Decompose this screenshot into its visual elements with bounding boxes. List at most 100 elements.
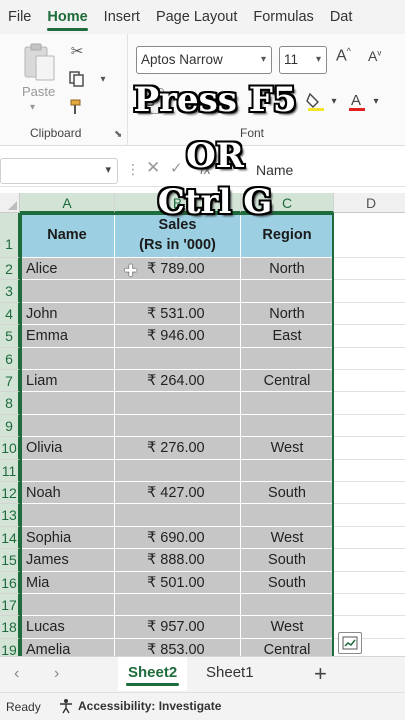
cell-sales[interactable] [115, 594, 241, 617]
empty-cell[interactable] [334, 370, 405, 393]
name-box[interactable]: ▾ [0, 158, 118, 184]
cell-name[interactable]: James [20, 549, 115, 572]
tab-formulas[interactable]: Formulas [245, 0, 321, 34]
sheet-tab-sheet2[interactable]: Sheet2 [118, 657, 188, 691]
cell-region[interactable] [241, 594, 334, 617]
cell-region[interactable] [241, 280, 334, 303]
column-header-a[interactable]: A [20, 193, 115, 213]
cell-region[interactable] [241, 347, 334, 370]
worksheet-grid[interactable]: A B C D 1 Name Sales (Rs in '000) Region… [0, 193, 405, 656]
more-icon[interactable]: ⋮ [126, 161, 140, 178]
row-header[interactable]: 1 [0, 213, 20, 258]
cell-region[interactable] [241, 504, 334, 527]
row-header[interactable]: 2 [0, 258, 20, 281]
row-header[interactable]: 11 [0, 459, 20, 482]
cell-region[interactable]: West [241, 616, 334, 639]
row-header[interactable]: 4 [0, 302, 20, 326]
row-header[interactable]: 3 [0, 280, 20, 303]
cell-name[interactable]: John [20, 302, 115, 326]
chevron-right-icon[interactable]: › [54, 665, 59, 683]
cell-name[interactable]: Alice [20, 258, 115, 281]
quick-analysis-icon[interactable] [338, 632, 362, 654]
cell-name[interactable] [20, 504, 115, 527]
chevron-down-icon[interactable]: ▾ [30, 102, 35, 113]
row-header[interactable]: 19 [0, 638, 20, 656]
empty-cell[interactable] [334, 347, 405, 370]
sheet-tab-sheet1[interactable]: Sheet1 [196, 657, 264, 691]
cell-region[interactable] [241, 414, 334, 438]
header-cell-name[interactable]: Name [20, 213, 115, 258]
row-header[interactable]: 10 [0, 437, 20, 460]
cell-region[interactable]: Central [241, 370, 334, 393]
tab-insert[interactable]: Insert [96, 0, 148, 34]
row-header[interactable]: 7 [0, 370, 20, 393]
cut-icon[interactable]: ✂ [66, 40, 88, 62]
row-header[interactable]: 14 [0, 526, 20, 550]
row-header[interactable]: 15 [0, 549, 20, 572]
row-header[interactable]: 16 [0, 571, 20, 594]
cell-region[interactable]: South [241, 482, 334, 505]
cell-region[interactable]: South [241, 571, 334, 594]
cell-sales[interactable]: ₹ 888.00 [115, 549, 241, 572]
empty-cell[interactable] [334, 526, 405, 550]
empty-cell[interactable] [334, 459, 405, 482]
row-header[interactable]: 8 [0, 392, 20, 415]
increase-font-icon[interactable]: A^ [336, 46, 351, 65]
tab-file[interactable]: File [0, 0, 39, 34]
cell-region[interactable]: Central [241, 638, 334, 656]
cell-sales[interactable] [115, 459, 241, 482]
accessibility-status[interactable]: Accessibility: Investigate [58, 698, 221, 714]
cell-name[interactable]: Emma [20, 325, 115, 348]
chevron-down-icon[interactable]: ▾ [370, 88, 382, 114]
cell-region[interactable] [241, 392, 334, 415]
empty-cell[interactable] [334, 258, 405, 281]
cell-sales[interactable]: ₹ 957.00 [115, 616, 241, 639]
cell-name[interactable]: Mia [20, 571, 115, 594]
cell-sales[interactable]: ₹ 946.00 [115, 325, 241, 348]
cell-region[interactable]: West [241, 437, 334, 460]
row-header[interactable]: 5 [0, 325, 20, 348]
row-header[interactable]: 6 [0, 347, 20, 370]
chevron-down-icon[interactable]: ▾ [105, 163, 111, 176]
empty-cell[interactable] [334, 504, 405, 527]
cell-sales[interactable] [115, 414, 241, 438]
cancel-icon[interactable]: ✕ [146, 158, 160, 178]
cell-name[interactable] [20, 459, 115, 482]
empty-cell[interactable] [334, 280, 405, 303]
empty-cell[interactable] [334, 414, 405, 438]
empty-cell[interactable] [334, 594, 405, 617]
cell-sales[interactable] [115, 392, 241, 415]
cell-region[interactable]: West [241, 526, 334, 550]
paste-icon[interactable] [22, 42, 56, 82]
add-sheet-button[interactable]: + [314, 661, 327, 687]
empty-cell[interactable] [334, 392, 405, 415]
select-all-corner[interactable] [0, 193, 20, 213]
empty-cell[interactable] [334, 571, 405, 594]
row-header[interactable]: 17 [0, 594, 20, 617]
cell-region[interactable]: North [241, 302, 334, 326]
row-header[interactable]: 12 [0, 482, 20, 505]
font-family-select[interactable]: Aptos Narrow ▾ [136, 46, 272, 74]
cell-sales[interactable]: ₹ 427.00 [115, 482, 241, 505]
cell-name[interactable]: Olivia [20, 437, 115, 460]
paste-button-label[interactable]: Paste [22, 84, 55, 99]
copy-dropdown-icon[interactable]: ▾ [92, 68, 114, 90]
cell-region[interactable] [241, 459, 334, 482]
cell-region[interactable]: South [241, 549, 334, 572]
chevron-left-icon[interactable]: ‹ [14, 665, 19, 683]
tab-page-layout[interactable]: Page Layout [148, 0, 245, 34]
cell-sales[interactable]: ₹ 690.00 [115, 526, 241, 550]
cell-name[interactable]: Lucas [20, 616, 115, 639]
row-header[interactable]: 18 [0, 616, 20, 639]
font-color-icon[interactable]: A [344, 88, 370, 114]
cell-sales[interactable]: ₹ 264.00 [115, 370, 241, 393]
cell-sales[interactable]: ₹ 853.00 [115, 638, 241, 656]
cell-name[interactable] [20, 280, 115, 303]
cell-sales[interactable]: ₹ 501.00 [115, 571, 241, 594]
font-size-select[interactable]: 11 ▾ [279, 46, 327, 74]
tab-home[interactable]: Home [39, 0, 95, 34]
empty-cell[interactable] [334, 549, 405, 572]
cell-sales[interactable] [115, 347, 241, 370]
tab-data[interactable]: Dat [322, 0, 361, 34]
cell-name[interactable]: Noah [20, 482, 115, 505]
